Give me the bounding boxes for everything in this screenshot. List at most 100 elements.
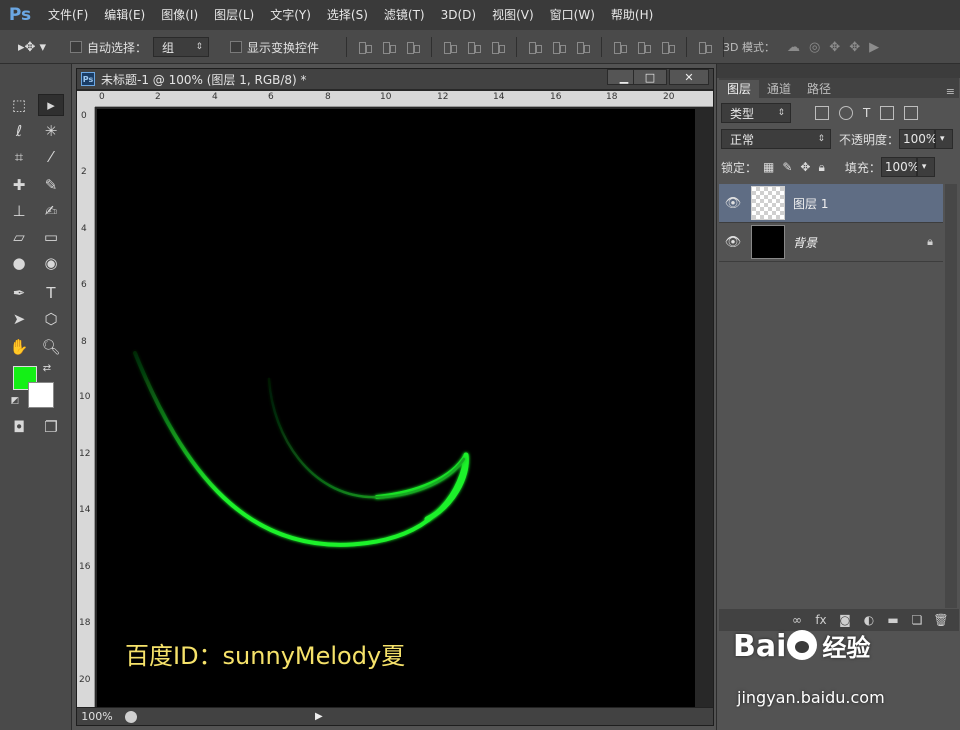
lock-options-icons[interactable]: ▦✎✥🔒︎ — [763, 160, 833, 175]
ruler-tick: 14 — [493, 92, 505, 102]
history-brush-icon[interactable]: ✍ — [38, 200, 64, 222]
auto-select-dropdown[interactable]: 组 ⇕ — [153, 37, 209, 57]
layer-style-icon[interactable]: fx — [809, 613, 833, 627]
distribute-hcenter-icon[interactable] — [637, 40, 651, 54]
rect-marquee-icon[interactable]: ⬚ — [6, 94, 32, 116]
visibility-eye-icon[interactable]: 👁︎ — [719, 196, 747, 211]
menu-3d[interactable]: 3D(D) — [433, 0, 484, 30]
status-arrow-icon[interactable]: ▶ — [315, 711, 323, 722]
delete-layer-icon[interactable]: 🗑︎ — [929, 613, 953, 627]
panel-scrollbar[interactable] — [945, 184, 957, 608]
align-bottom-icon[interactable] — [406, 40, 420, 54]
move-tool-preset[interactable]: ▸✥ ▾ — [18, 30, 46, 64]
align-left-icon[interactable] — [443, 40, 457, 54]
divider — [431, 37, 432, 57]
gradient-icon[interactable]: ▭ — [38, 226, 64, 248]
clone-stamp-icon[interactable]: ⊥ — [6, 200, 32, 222]
menu-window[interactable]: 窗口(W) — [542, 0, 603, 30]
filter-adjustment-icon[interactable] — [839, 106, 853, 120]
blend-mode-dropdown[interactable]: 正常 ⇕ — [721, 129, 831, 149]
panel-menu-icon[interactable]: ≡ — [946, 85, 959, 98]
layer-name: 图层 1 — [793, 196, 829, 211]
opacity-dropdown-icon[interactable]: ▾ — [935, 129, 954, 149]
align-hcenter-icon[interactable] — [467, 40, 481, 54]
move-tool-icon[interactable]: ▸ — [38, 94, 64, 116]
tab-layers[interactable]: 图层 — [719, 80, 760, 98]
layer-row[interactable]: 👁︎ 背景 🔒︎ — [719, 223, 943, 262]
close-button[interactable]: ✕ — [669, 69, 709, 85]
dodge-icon[interactable]: ◉ — [38, 252, 64, 274]
shape-tool-icon[interactable]: ⬡ — [38, 308, 64, 330]
mode-3d-icons[interactable]: ☁◎✥✥▶ — [787, 40, 888, 55]
show-transform-checkbox[interactable] — [230, 41, 242, 53]
eyedropper-icon[interactable]: ⁄ — [38, 146, 64, 168]
menu-layer[interactable]: 图层(L) — [206, 0, 262, 30]
hand-icon[interactable]: ✋ — [6, 336, 32, 358]
zoom-icon[interactable]: 🔍︎ — [38, 336, 64, 358]
eraser-icon[interactable]: ▱ — [6, 226, 32, 248]
healing-brush-icon[interactable]: ✚ — [6, 174, 32, 196]
link-layers-icon[interactable]: ∞ — [785, 613, 809, 627]
filter-shape-icon[interactable] — [880, 106, 895, 120]
vertical-ruler[interactable]: 0 2 4 6 8 10 12 14 16 18 20 — [77, 107, 95, 707]
layer-row[interactable]: 👁︎ 图层 1 — [719, 184, 943, 223]
blur-icon[interactable]: ● — [6, 252, 32, 274]
type-tool-icon[interactable]: T — [38, 282, 64, 304]
distribute-top-icon[interactable] — [528, 40, 542, 54]
auto-align-icon[interactable] — [698, 40, 712, 54]
filter-pixel-icon[interactable] — [815, 106, 829, 120]
menu-filter[interactable]: 滤镜(T) — [376, 0, 433, 30]
ruler-corner[interactable] — [77, 91, 95, 107]
screen-mode-icon[interactable]: ❐ — [38, 416, 64, 438]
fill-input[interactable]: 100% — [880, 157, 919, 177]
canvas-area[interactable]: 百度ID：sunnyMelody夏 — [95, 107, 713, 707]
horizontal-ruler[interactable]: 0 2 4 6 8 10 12 14 16 18 20 — [95, 91, 713, 107]
distribute-left-icon[interactable] — [613, 40, 627, 54]
quick-mask-icon[interactable]: ◘ — [6, 416, 32, 438]
canvas[interactable]: 百度ID：sunnyMelody夏 — [97, 109, 695, 707]
opacity-input[interactable]: 100% — [899, 129, 937, 149]
menu-image[interactable]: 图像(I) — [153, 0, 206, 30]
menu-type[interactable]: 文字(Y) — [262, 0, 319, 30]
filter-type-icon[interactable]: T — [863, 106, 870, 120]
distribute-right-icon[interactable] — [661, 40, 675, 54]
menu-view[interactable]: 视图(V) — [484, 0, 542, 30]
filter-smart-object-icon[interactable] — [904, 106, 919, 120]
document-tab[interactable]: Ps 未标题-1 @ 100% (图层 1, RGB/8) * ▁ □ ✕ — [77, 69, 713, 89]
menu-file[interactable]: 文件(F) — [40, 0, 96, 30]
align-right-icon[interactable] — [491, 40, 505, 54]
default-colors-icon[interactable]: ◩ — [8, 394, 22, 408]
tab-channels[interactable]: 通道 — [759, 80, 799, 98]
status-info-icon[interactable] — [125, 710, 137, 723]
path-selection-icon[interactable]: ➤ — [6, 308, 32, 330]
background-color-swatch[interactable] — [28, 382, 54, 408]
lasso-icon[interactable]: ℓ — [6, 120, 32, 142]
zoom-level[interactable]: 100% — [77, 710, 117, 723]
adjustment-layer-icon[interactable]: ◐ — [857, 613, 881, 627]
new-group-icon[interactable]: ▬ — [881, 613, 905, 627]
maximize-button[interactable]: □ — [633, 69, 667, 85]
menu-help[interactable]: 帮助(H) — [603, 0, 661, 30]
crop-icon[interactable]: ⌗ — [6, 146, 32, 168]
align-top-icon[interactable] — [358, 40, 372, 54]
ruler-tick: 20 — [663, 92, 675, 102]
tab-paths[interactable]: 路径 — [799, 80, 839, 98]
layer-filter-dropdown[interactable]: 类型 ⇕ — [721, 103, 791, 123]
new-layer-icon[interactable]: ❏ — [905, 613, 929, 627]
visibility-eye-icon[interactable]: 👁︎ — [719, 235, 747, 250]
menu-select[interactable]: 选择(S) — [319, 0, 376, 30]
auto-select-checkbox[interactable] — [70, 41, 82, 53]
magic-wand-icon[interactable]: ✳ — [38, 120, 64, 142]
align-vcenter-icon[interactable] — [382, 40, 396, 54]
distribute-bottom-icon[interactable] — [576, 40, 590, 54]
mode-3d-label: 3D 模式： — [723, 41, 775, 54]
distribute-vcenter-icon[interactable] — [552, 40, 566, 54]
add-mask-icon[interactable]: ◙ — [833, 613, 857, 627]
filter-row: 类型 ⇕ T — [721, 100, 957, 126]
brush-icon[interactable]: ✎ — [38, 174, 64, 196]
panel-collapse-bar[interactable] — [717, 64, 960, 78]
swap-colors-icon[interactable]: ⇄ — [40, 361, 54, 375]
menu-edit[interactable]: 编辑(E) — [96, 0, 153, 30]
fill-dropdown-icon[interactable]: ▾ — [916, 157, 935, 177]
pen-icon[interactable]: ✒ — [6, 282, 32, 304]
